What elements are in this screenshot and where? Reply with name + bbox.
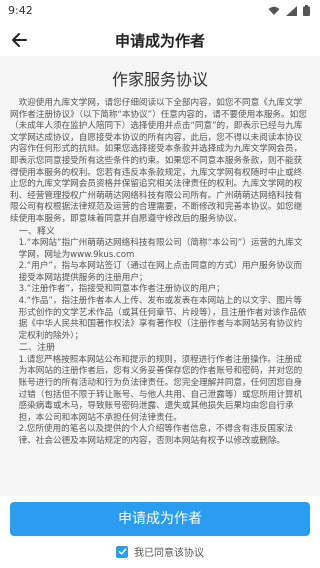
section-heading: 一、释义	[19, 226, 56, 237]
check-icon	[118, 548, 126, 555]
section-item: 1.请您严格按照本网站公布和提示的规则，须程进行作者注册操作。注册成为本网站的注…	[18, 354, 303, 423]
section-item: 4.“作品”，指注册作者本人上传、发布或发表在本网站上的以文字、图片等形式创作的…	[18, 296, 307, 341]
app-bar: 申请成为作者	[0, 22, 320, 56]
agreement-title: 作家服务协议	[111, 70, 208, 89]
agreement-intro: 欢迎使用九库文学网，请您仔细阅读以下全部内容，如您不同意《九库文学网作者注册协议…	[10, 98, 307, 224]
battery-icon	[303, 5, 310, 16]
signal-icon	[286, 5, 297, 16]
agreement-scroll-area[interactable]: 作家服务协议 欢迎使用九库文学网，请您仔细阅读以下全部内容，如您不同意《九库文学…	[0, 56, 320, 496]
status-time: 9:42	[8, 4, 33, 17]
consent-row: 我已同意该协议	[0, 544, 320, 559]
status-icons	[268, 5, 310, 16]
consent-checkbox[interactable]	[116, 545, 128, 558]
footer: 申请成为作者 我已同意该协议	[0, 496, 320, 568]
section-item: 2.您所使用的笔名以及提供的个人介绍等作者信息，不得含有违反国家法律、社会公德及…	[18, 424, 294, 447]
page-title: 申请成为作者	[114, 32, 205, 50]
agreement-body: 欢迎使用九库文学网，请您仔细阅读以下全部内容，如您不同意《九库文学网作者注册协议…	[0, 98, 320, 448]
status-bar: 9:42	[0, 0, 320, 22]
wifi-icon	[268, 6, 280, 15]
section-item: 3.“注册作者”，指接受和同意本作者注册协议的用户；	[18, 284, 225, 295]
section-item: 1.“本网站”指广州萌萌达网络科技有限公司（简称“本公司”）运营的九库文学网，网…	[18, 238, 303, 260]
section-item: 2.“用户”，指与本网站签订（通过在网上点击同意的方式）用户服务协议而接受本网站…	[18, 261, 303, 283]
section-heading: 二、注册	[19, 343, 56, 354]
apply-author-button[interactable]: 申请成为作者	[10, 502, 310, 536]
consent-label[interactable]: 我已同意该协议	[134, 544, 204, 559]
